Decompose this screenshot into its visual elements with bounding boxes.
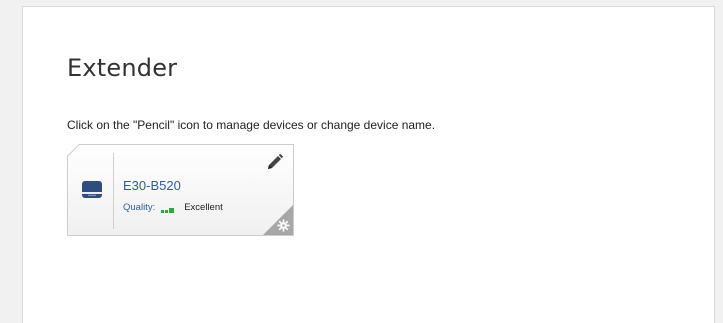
card-divider [113, 153, 114, 229]
pencil-icon[interactable] [266, 153, 284, 171]
settings-corner-button[interactable] [263, 205, 293, 235]
quality-label: Quality: [123, 202, 156, 213]
signal-strength-icon [161, 205, 175, 213]
quality-row: Quality: Excellent [123, 202, 223, 213]
quality-value: Excellent [184, 202, 223, 213]
device-card[interactable]: E30-B520 Quality: Excellent [67, 144, 294, 236]
gear-icon [277, 219, 290, 232]
page-title: Extender [67, 54, 178, 82]
device-name: E30-B520 [123, 178, 181, 193]
instructions-text: Click on the "Pencil" icon to manage dev… [67, 118, 436, 132]
extender-device-icon [82, 181, 102, 198]
